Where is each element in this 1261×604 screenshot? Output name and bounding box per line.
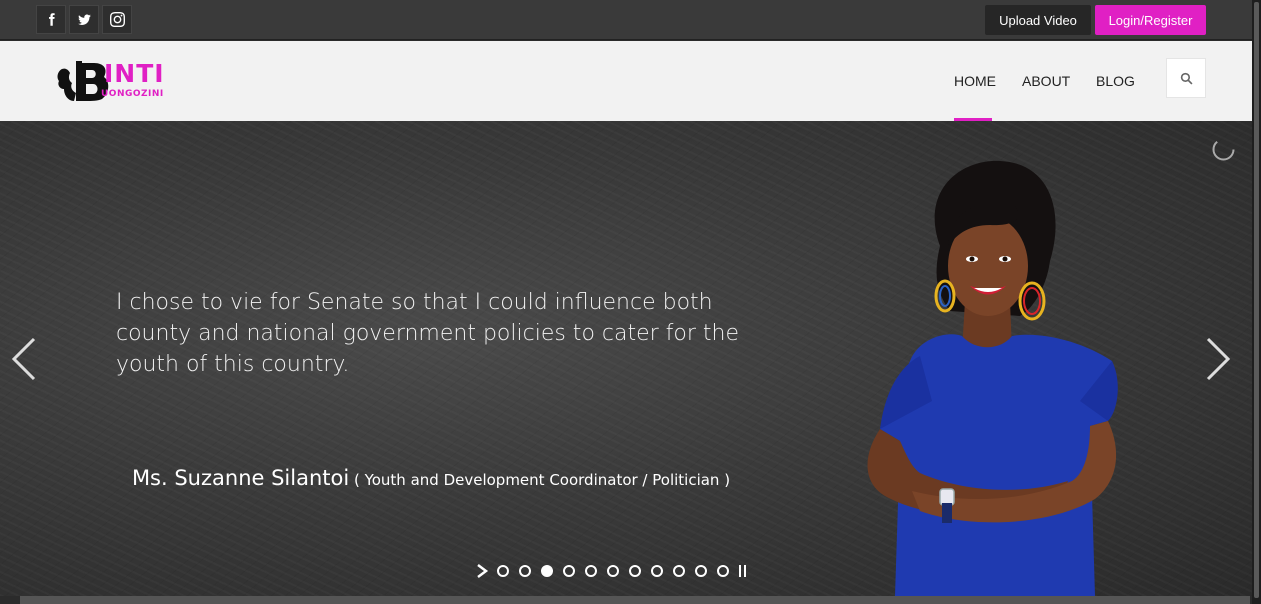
facebook-icon bbox=[48, 13, 55, 26]
instagram-button[interactable] bbox=[102, 5, 132, 34]
slide-dot-4[interactable] bbox=[563, 565, 575, 577]
logo-text: INTI bbox=[104, 59, 165, 88]
scrollbar-thumb[interactable] bbox=[1254, 2, 1259, 598]
author-name: Ms. Suzanne Silantoi bbox=[131, 466, 350, 490]
top-bar: Upload Video Login/Register bbox=[0, 0, 1252, 40]
site-header: INTI UONGOZINI HOME ABOUT BLOG bbox=[0, 41, 1252, 121]
twitter-button[interactable] bbox=[69, 5, 99, 34]
nav-blog[interactable]: BLOG bbox=[1096, 41, 1135, 121]
slide-author: Ms. Suzanne Silantoi ( Youth and Develop… bbox=[121, 463, 741, 496]
loading-spinner-icon bbox=[1212, 138, 1235, 161]
horizontal-scrollbar[interactable] bbox=[20, 596, 1250, 604]
slide-dot-1[interactable] bbox=[497, 565, 509, 577]
slide-dot-11[interactable] bbox=[717, 565, 729, 577]
play-icon[interactable] bbox=[475, 564, 490, 578]
page: Upload Video Login/Register INTI UONGOZI… bbox=[0, 0, 1261, 604]
instagram-icon bbox=[109, 12, 125, 27]
facebook-button[interactable] bbox=[36, 5, 66, 34]
hero-slider: I chose to vie for Senate so that I coul… bbox=[0, 121, 1252, 596]
prev-slide-arrow-icon[interactable] bbox=[10, 337, 40, 381]
slide-dot-3[interactable] bbox=[541, 565, 553, 577]
vertical-scrollbar[interactable] bbox=[1252, 0, 1261, 604]
upload-video-button[interactable]: Upload Video bbox=[985, 5, 1091, 35]
login-register-button[interactable]: Login/Register bbox=[1095, 5, 1206, 35]
slide-dot-8[interactable] bbox=[651, 565, 663, 577]
search-icon bbox=[1180, 72, 1192, 84]
twitter-icon bbox=[77, 14, 91, 25]
slider-pagination bbox=[475, 564, 749, 578]
slide-dot-6[interactable] bbox=[607, 565, 619, 577]
site-logo[interactable]: INTI UONGOZINI bbox=[56, 59, 182, 103]
nav-home[interactable]: HOME bbox=[954, 41, 996, 121]
pause-icon[interactable] bbox=[739, 565, 749, 577]
slide-quote: I chose to vie for Senate so that I coul… bbox=[116, 290, 740, 377]
slide-dot-2[interactable] bbox=[519, 565, 531, 577]
search-button[interactable] bbox=[1166, 58, 1206, 98]
slide-dot-9[interactable] bbox=[673, 565, 685, 577]
next-slide-arrow-icon[interactable] bbox=[1202, 337, 1232, 381]
slide-dot-7[interactable] bbox=[629, 565, 641, 577]
nav-about[interactable]: ABOUT bbox=[1022, 41, 1070, 121]
slide-dot-5[interactable] bbox=[585, 565, 597, 577]
slide-dot-10[interactable] bbox=[695, 565, 707, 577]
author-role: ( Youth and Development Coordinator / Po… bbox=[349, 471, 731, 489]
social-links bbox=[36, 5, 132, 34]
featured-person-image bbox=[867, 160, 1118, 596]
logo-subtext: UONGOZINI bbox=[101, 89, 164, 99]
